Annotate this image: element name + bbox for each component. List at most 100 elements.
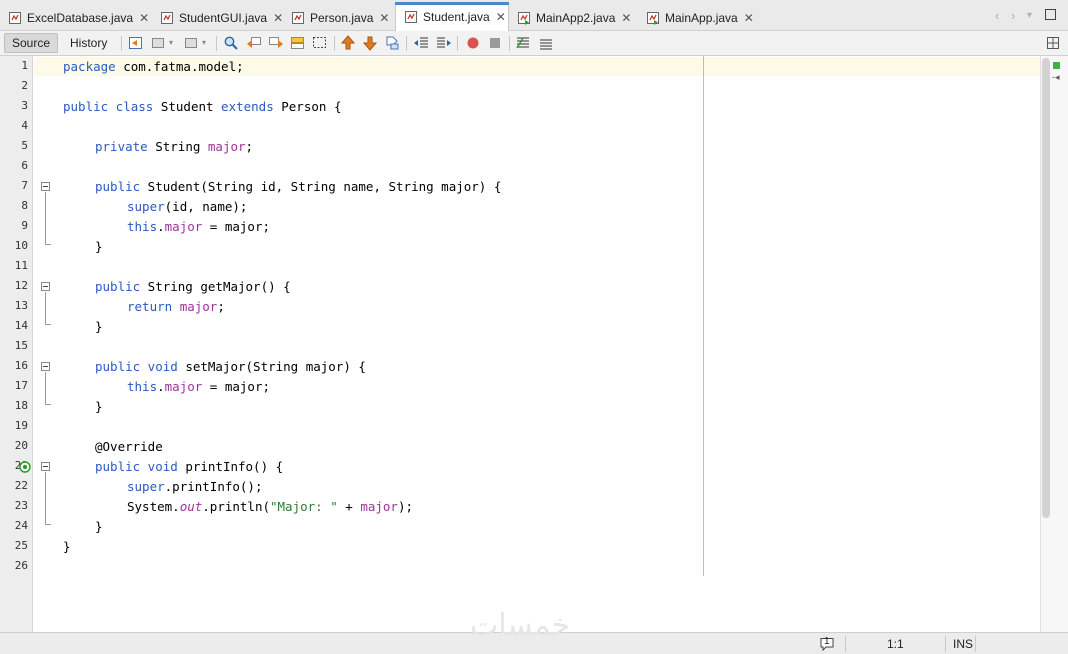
java-file-icon — [291, 11, 305, 25]
line-number[interactable]: 19 — [0, 419, 28, 432]
code-line-5: private String major; — [95, 139, 254, 154]
code-line-3: public class Student extends Person { — [63, 99, 342, 114]
tab-student[interactable]: Student.java ✕ — [395, 2, 509, 31]
close-icon[interactable]: ✕ — [744, 11, 754, 25]
code-line-23: System.out.println("Major: " + major); — [127, 499, 414, 514]
close-icon[interactable]: ✕ — [273, 11, 283, 25]
insert-mode[interactable]: INS — [953, 637, 973, 651]
code-line-18: } — [95, 399, 103, 414]
line-number[interactable]: 3 — [0, 99, 28, 112]
uncomment-icon[interactable] — [538, 35, 554, 51]
line-number[interactable]: 12 — [0, 279, 28, 292]
code-line-8: super(id, name); — [127, 199, 248, 214]
find-previous-icon[interactable] — [246, 35, 262, 51]
code-line-10: } — [95, 239, 103, 254]
fold-constructor-icon[interactable] — [41, 182, 50, 191]
fold-printinfo-icon[interactable] — [41, 462, 50, 471]
comment-icon[interactable] — [515, 35, 531, 51]
tab-mainapp2[interactable]: MainApp2.java ✕ — [509, 4, 631, 31]
scrollbar-thumb[interactable] — [1042, 58, 1050, 518]
right-margin-guide — [703, 56, 704, 576]
back-dropdown-icon[interactable]: ▾ — [169, 38, 173, 47]
close-icon[interactable]: ✕ — [139, 11, 149, 25]
find-selection-icon[interactable] — [223, 35, 239, 51]
tab-person[interactable]: Person.java ✕ — [283, 4, 389, 31]
fold-end — [45, 324, 51, 325]
caret-position[interactable]: 1:1 — [887, 637, 904, 651]
line-number[interactable]: 8 — [0, 199, 28, 212]
line-number[interactable]: 13 — [0, 299, 28, 312]
tab-mainapp[interactable]: MainApp.java ✕ — [638, 4, 754, 31]
line-number[interactable]: 24 — [0, 519, 28, 532]
next-bookmark-icon[interactable] — [362, 35, 378, 51]
line-number[interactable]: 20 — [0, 439, 28, 452]
line-number[interactable]: 23 — [0, 499, 28, 512]
line-number[interactable]: 14 — [0, 319, 28, 332]
scroll-tabs-right-icon[interactable]: › — [1011, 8, 1015, 23]
line-number[interactable]: 11 — [0, 259, 28, 272]
line-number[interactable]: 15 — [0, 339, 28, 352]
fold-getmajor-icon[interactable] — [41, 282, 50, 291]
last-edit-icon[interactable] — [128, 35, 144, 51]
line-number[interactable]: 22 — [0, 479, 28, 492]
shift-line-left-icon[interactable] — [413, 35, 429, 51]
line-number[interactable]: 26 — [0, 559, 28, 572]
line-number[interactable]: 9 — [0, 219, 28, 232]
code-line-12: public String getMajor() { — [95, 279, 291, 294]
maximize-window-icon[interactable] — [1045, 9, 1056, 20]
java-file-icon — [404, 10, 418, 24]
java-main-file-icon — [646, 11, 660, 25]
line-number[interactable]: 16 — [0, 359, 28, 372]
source-button[interactable]: Source — [4, 33, 59, 53]
tab-label: Person.java — [310, 10, 374, 25]
split-editor-icon[interactable] — [1045, 35, 1061, 51]
scroll-tabs-left-icon[interactable]: ‹ — [995, 8, 999, 23]
code-line-16: public void setMajor(String major) { — [95, 359, 366, 374]
no-errors-icon[interactable] — [1053, 62, 1060, 69]
toggle-bookmark-icon[interactable] — [384, 35, 400, 51]
code-line-25: } — [63, 539, 71, 554]
code-line-22: super.printInfo(); — [127, 479, 263, 494]
previous-bookmark-icon[interactable] — [340, 35, 356, 51]
stop-macro-recording-icon[interactable] — [487, 35, 503, 51]
line-number[interactable]: 18 — [0, 399, 28, 412]
fold-setmajor-icon[interactable] — [41, 362, 50, 371]
line-number[interactable]: 4 — [0, 119, 28, 132]
toggle-highlight-icon[interactable] — [290, 35, 306, 51]
close-icon[interactable]: ✕ — [496, 10, 506, 24]
line-number[interactable]: 1 — [0, 59, 28, 72]
find-next-icon[interactable] — [268, 35, 284, 51]
close-icon[interactable]: ✕ — [379, 11, 389, 25]
tab-studentgui[interactable]: StudentGUI.java ✕ — [152, 4, 283, 31]
start-macro-recording-icon[interactable] — [465, 35, 481, 51]
forward-dropdown-icon[interactable]: ▾ — [202, 38, 206, 47]
line-number[interactable]: 17 — [0, 379, 28, 392]
tab-label: ExcelDatabase.java — [27, 10, 134, 25]
shift-line-right-icon[interactable] — [436, 35, 452, 51]
override-marker-icon[interactable] — [19, 461, 31, 473]
code-line-14: } — [95, 319, 103, 334]
tab-exceldatabase[interactable]: ExcelDatabase.java ✕ — [0, 4, 149, 31]
line-number[interactable]: 10 — [0, 239, 28, 252]
history-button[interactable]: History — [63, 33, 114, 53]
fold-line — [45, 192, 46, 244]
line-number[interactable]: 6 — [0, 159, 28, 172]
tab-label: MainApp2.java — [536, 10, 616, 25]
fold-end — [45, 404, 51, 405]
back-icon[interactable] — [151, 35, 167, 51]
forward-icon[interactable] — [182, 35, 198, 51]
close-icon[interactable]: ✕ — [621, 11, 631, 25]
line-number[interactable]: 2 — [0, 79, 28, 92]
line-number[interactable]: 7 — [0, 179, 28, 192]
fold-line — [45, 292, 46, 324]
toggle-rectangular-selection-icon[interactable] — [312, 35, 328, 51]
tab-label: MainApp.java — [665, 10, 738, 25]
fold-end — [45, 244, 51, 245]
notifications-count: 1 — [824, 636, 830, 647]
fold-end — [45, 524, 51, 525]
code-line-17: this.major = major; — [127, 379, 271, 394]
line-number[interactable]: 25 — [0, 539, 28, 552]
tab-list-dropdown-icon[interactable]: ▾ — [1027, 10, 1032, 21]
line-number[interactable]: 5 — [0, 139, 28, 152]
code-line-24: } — [95, 519, 103, 534]
